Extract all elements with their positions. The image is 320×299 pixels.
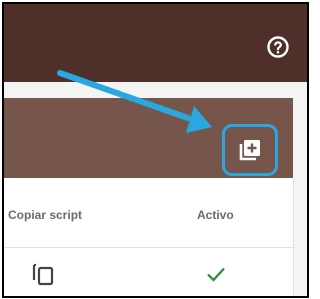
column-header-active: Activo <box>197 208 234 222</box>
library-add-icon <box>239 140 260 161</box>
top-app-bar <box>4 4 307 82</box>
copy-icon[interactable] <box>32 262 54 286</box>
column-header-copy-script: Copiar script <box>8 208 83 222</box>
content-area: Copiar script Activo <box>4 82 307 296</box>
check-icon <box>207 267 225 282</box>
add-script-button[interactable] <box>222 124 278 176</box>
app-window: Copiar script Activo <box>2 2 309 298</box>
scripts-table: Copiar script Activo <box>4 178 294 296</box>
header-divider <box>4 247 293 248</box>
help-icon[interactable] <box>266 35 290 59</box>
section-banner <box>4 98 293 178</box>
